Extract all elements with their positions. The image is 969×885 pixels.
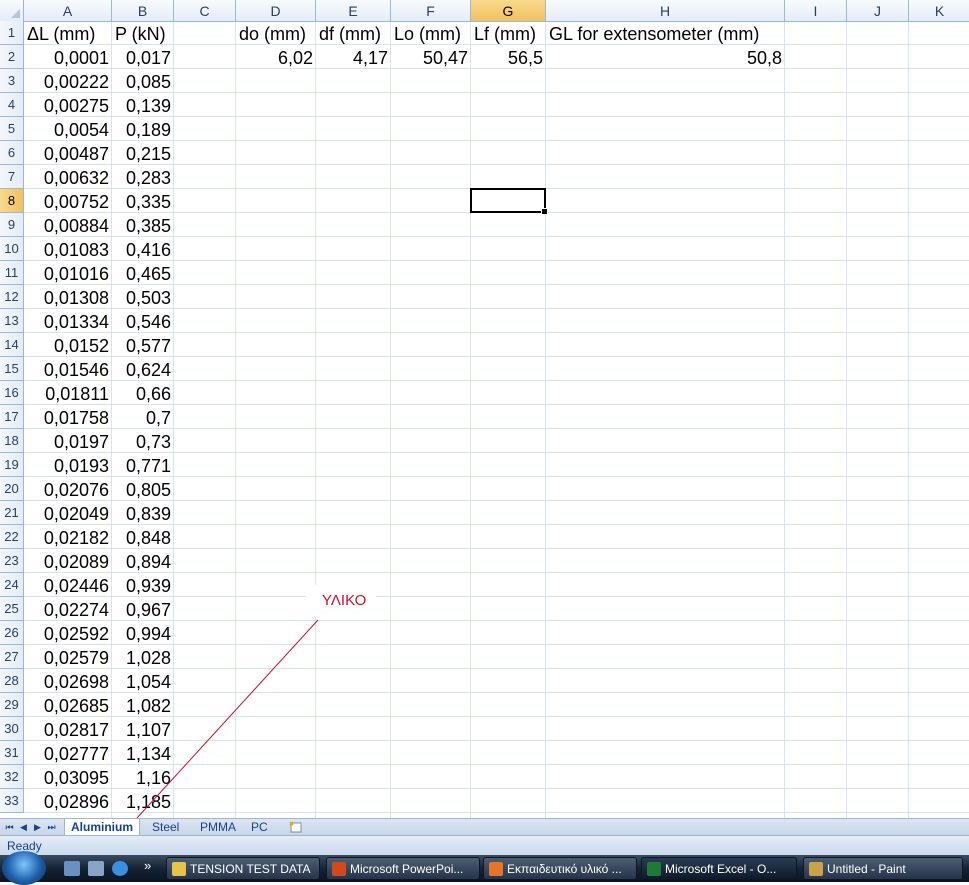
comment-text: ΥΛΙΚΟ [322,592,367,609]
worksheet[interactable]: ABCDEFGHIJK 1 2 3 4 5 6 7 8 9 10 11 12 13 14 15 16 17 18 1… [0,0,969,818]
next-sheet-icon[interactable]: ▶ [32,821,43,833]
taskbar-button-label: Microsoft Excel - O... [665,862,777,876]
internet-explorer-icon[interactable] [112,861,128,876]
taskbar-button-label: Εκπαιδευτικό υλικό ... [507,862,622,876]
first-sheet-icon[interactable]: ⏮ [4,821,15,833]
firefox-icon [489,862,503,876]
taskbar-button-label: Untitled - Paint [827,862,906,876]
status-bar: Ready [0,835,969,856]
taskbar-button-5[interactable]: Untitled - Paint [803,857,963,880]
sheet-tab-aluminium[interactable]: Aluminium [64,819,140,836]
excel-icon [647,862,661,876]
comment-arrow-line [136,619,319,818]
powerpoint-icon [332,862,346,876]
paint-icon [809,862,823,876]
sheet-tab-pmma[interactable]: PMMA [194,819,242,835]
taskbar-button-3[interactable]: Εκπαιδευτικό υλικό ... [483,857,637,880]
sheet-tab-bar: ⏮ ◀ ▶ ⏭ Aluminium Steel PMMA PC [0,818,969,836]
last-sheet-icon[interactable]: ⏭ [46,821,57,833]
windows-taskbar: » TENSION TEST DATA Microsoft PowerPoi...… [0,851,969,885]
taskbar-button-label: Microsoft PowerPoi... [350,862,464,876]
show-desktop-icon[interactable] [64,861,80,876]
taskbar-button-1[interactable]: TENSION TEST DATA [166,857,320,880]
start-button[interactable] [2,851,46,885]
sheet-tab-pc[interactable]: PC [245,819,274,835]
taskbar-button-4[interactable]: Microsoft Excel - O... [641,857,797,880]
insert-sheet-icon[interactable] [288,821,304,833]
folder-icon [172,862,186,876]
switch-windows-icon[interactable] [88,861,104,876]
sheet-tab-steel[interactable]: Steel [146,819,185,835]
prev-sheet-icon[interactable]: ◀ [18,821,29,833]
quicklaunch-more-icon[interactable]: » [144,858,151,873]
taskbar-button-label: TENSION TEST DATA [190,862,311,876]
taskbar-button-2[interactable]: Microsoft PowerPoi... [326,857,480,880]
